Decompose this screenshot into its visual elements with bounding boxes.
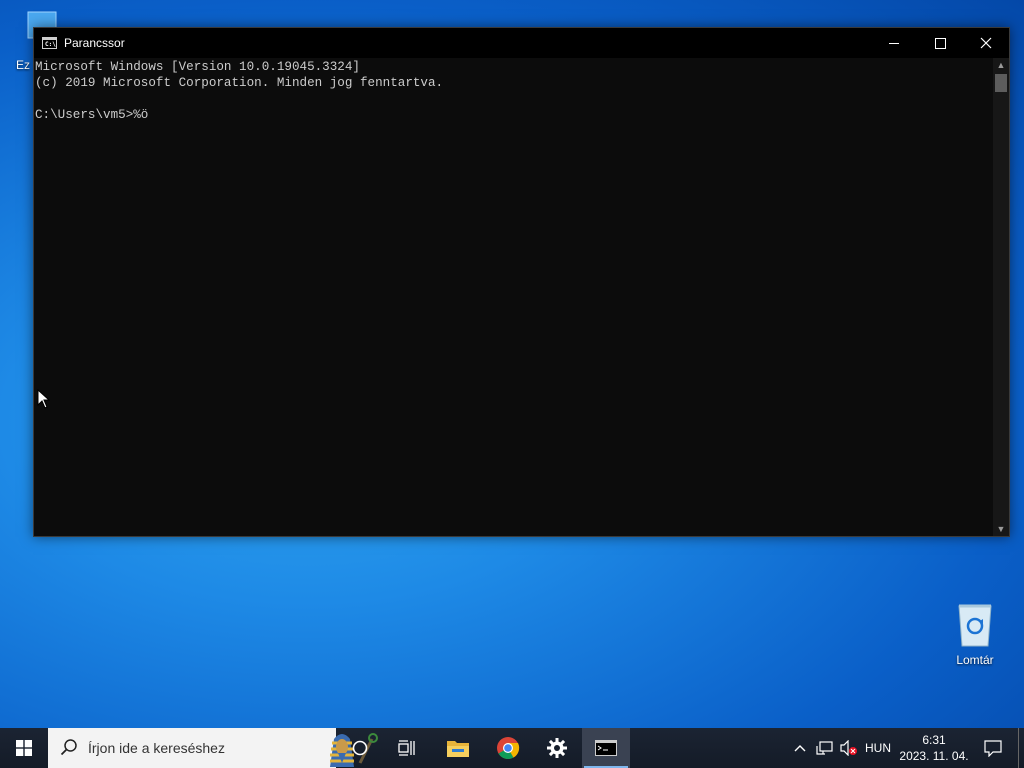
maximize-icon [934, 37, 946, 49]
network-icon [816, 741, 833, 755]
vertical-scrollbar[interactable]: ▲ ▼ [993, 58, 1009, 536]
desktop-icon-recycle-bin[interactable]: Lomtár [937, 600, 1013, 667]
search-icon [60, 739, 77, 756]
windows-start-icon [16, 740, 32, 756]
desktop-icon-label: Ez [16, 58, 31, 72]
minimize-button[interactable] [871, 28, 917, 58]
show-desktop-button[interactable] [1018, 728, 1024, 768]
cmd-icon: C:\ [42, 37, 57, 49]
scroll-down-icon[interactable]: ▼ [993, 524, 1009, 534]
clock-time: 6:31 [922, 733, 946, 747]
cortana-icon [352, 740, 368, 756]
title-bar[interactable]: C:\ Parancssor [34, 28, 1009, 58]
task-view-icon [398, 740, 415, 756]
close-button[interactable] [963, 28, 1009, 58]
volume-muted-icon [840, 740, 857, 756]
console-line: Microsoft Windows [Version 10.0.19045.33… [35, 60, 360, 74]
volume-button[interactable] [838, 728, 860, 768]
command-prompt-taskbar-button[interactable] [582, 728, 630, 768]
console-output[interactable]: Microsoft Windows [Version 10.0.19045.33… [34, 58, 993, 536]
settings-icon [547, 738, 567, 758]
chevron-up-icon [794, 745, 806, 752]
taskbar: Írjon ide a kereséshez HUN 6:31 2023. 11… [0, 728, 1024, 768]
chrome-icon [497, 737, 520, 759]
taskbar-search-box[interactable]: Írjon ide a kereséshez [48, 728, 378, 768]
command-prompt-window[interactable]: C:\ Parancssor Microsoft Windows [Versio… [33, 27, 1010, 537]
cortana-button[interactable] [338, 728, 382, 768]
recycle-bin-icon [958, 604, 992, 647]
network-button[interactable] [814, 728, 836, 768]
start-button[interactable] [0, 728, 48, 768]
taskbar-clock[interactable]: 6:31 2023. 11. 04. [898, 728, 970, 768]
task-view-button[interactable] [384, 728, 430, 768]
close-icon [980, 37, 992, 49]
scroll-up-icon[interactable]: ▲ [993, 60, 1009, 70]
input-language-indicator[interactable]: HUN [862, 728, 894, 768]
scroll-thumb[interactable] [995, 74, 1007, 92]
desktop-icon-label: Lomtár [956, 653, 994, 667]
chrome-button[interactable] [484, 728, 532, 768]
minimize-icon [889, 42, 899, 44]
maximize-button[interactable] [917, 28, 963, 58]
clock-date: 2023. 11. 04. [899, 749, 969, 763]
notification-icon [984, 740, 1002, 757]
command-prompt-icon [595, 740, 617, 756]
console-prompt-line: C:\Users\vm5>%ö [35, 108, 149, 122]
file-explorer-icon [447, 741, 469, 757]
mouse-pointer-icon [37, 389, 51, 409]
action-center-button[interactable] [978, 728, 1008, 768]
show-hidden-icons-button[interactable] [790, 728, 810, 768]
search-placeholder: Írjon ide a kereséshez [88, 740, 225, 756]
window-title: Parancssor [64, 36, 125, 50]
console-line: (c) 2019 Microsoft Corporation. Minden j… [35, 76, 444, 90]
settings-button[interactable] [534, 728, 580, 768]
file-explorer-button[interactable] [434, 728, 482, 768]
